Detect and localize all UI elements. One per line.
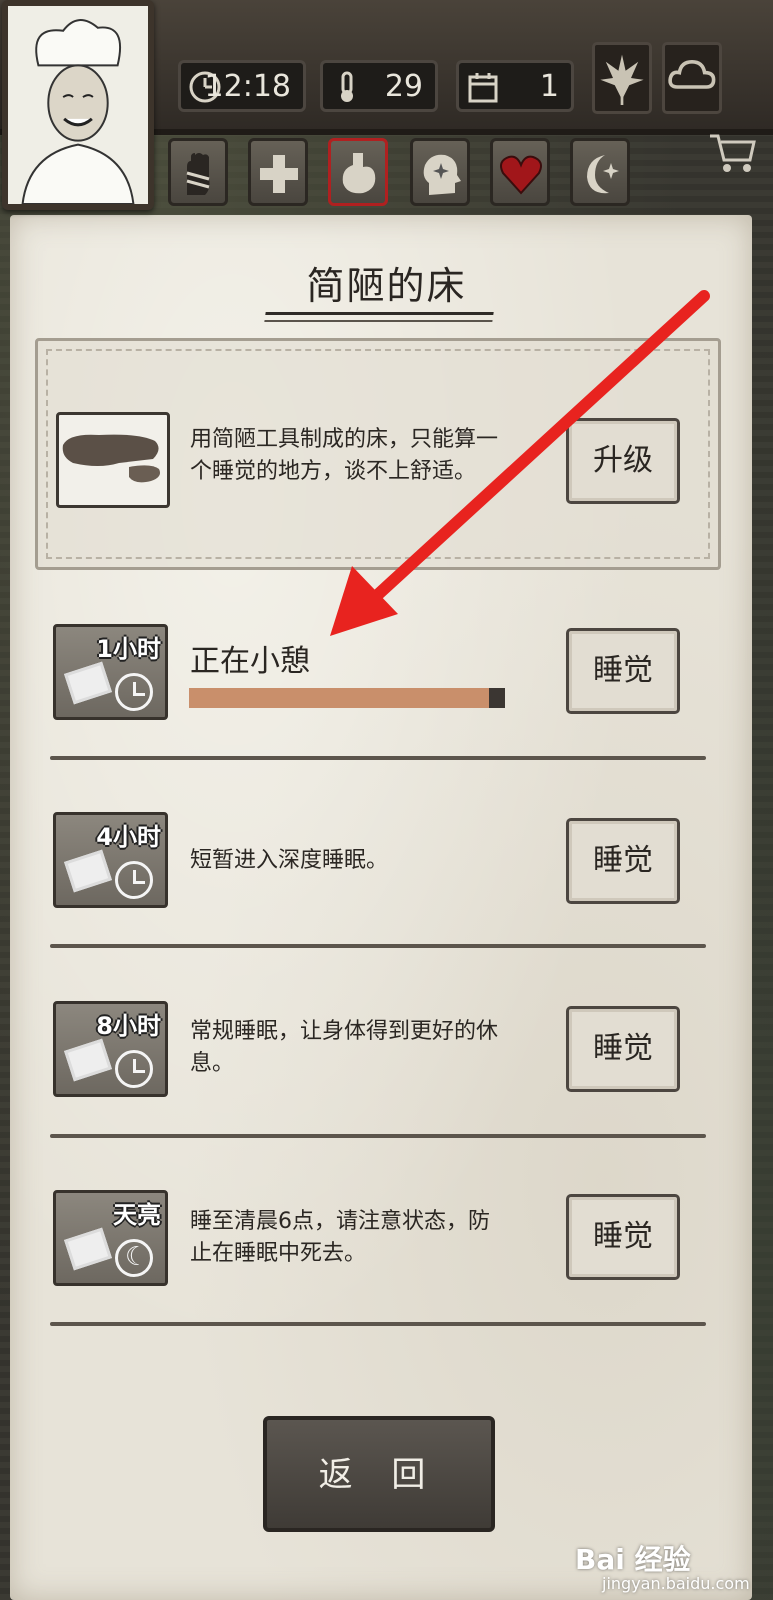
sleep-option-4h-icon: 4小时 <box>53 812 168 908</box>
nap-progress-bar <box>189 688 505 708</box>
sleep-button-1h[interactable]: 睡觉 <box>566 628 680 714</box>
description-line: 常规睡眠，让身体得到更好的休 <box>190 1019 499 1044</box>
sleep-option-1h-icon: 1小时 <box>53 624 168 720</box>
plus-icon <box>260 155 298 193</box>
sleep-option-dawn-icon: 天亮 <box>53 1190 168 1286</box>
page-title: 简陋的床 <box>306 264 467 308</box>
cloud-icon <box>668 59 716 89</box>
time-value: 12:18 <box>204 69 291 104</box>
upgrade-button[interactable]: 升级 <box>566 418 680 504</box>
bed-card-icon <box>64 1227 112 1271</box>
sleep-button-dawn[interactable]: 睡觉 <box>566 1194 680 1280</box>
sleep-option-dawn-description: 睡至清晨6点，请注意状态，防 止在睡眠中死去。 <box>190 1206 550 1270</box>
weather-button[interactable] <box>662 42 722 114</box>
clock-icon <box>115 861 153 899</box>
sleep-option-4h-description: 短暂进入深度睡眠。 <box>190 848 389 873</box>
sleep-button-8h[interactable]: 睡觉 <box>566 1006 680 1092</box>
head-sparkle-icon <box>423 154 461 195</box>
title-underline <box>264 312 494 322</box>
description-line: 睡至清晨6点，请注意状态，防 <box>190 1209 490 1234</box>
tab-mind[interactable] <box>410 138 470 206</box>
bed-description-line: 个睡觉的地方，谈不上舒适。 <box>190 459 477 484</box>
description-line: 息。 <box>190 1051 235 1076</box>
tab-health[interactable] <box>248 138 308 206</box>
tab-stomach[interactable] <box>328 138 388 206</box>
bed-card-icon <box>64 661 112 705</box>
watermark-url: jingyan.baidu.com <box>602 1574 750 1593</box>
thermometer-icon <box>341 71 353 102</box>
back-button[interactable]: 返 回 <box>263 1416 495 1532</box>
bed-card-icon <box>64 849 112 893</box>
sleep-option-8h-icon: 8小时 <box>53 1001 168 1097</box>
shopping-cart-icon[interactable] <box>708 130 758 174</box>
bed-description-line: 用简陋工具制成的床，只能算一 <box>190 427 499 452</box>
temperature-value: 29 <box>384 69 423 104</box>
straw-bed-icon <box>62 434 160 483</box>
moon-icon <box>115 1239 153 1277</box>
day-value: 1 <box>539 69 559 104</box>
divider <box>50 944 706 948</box>
leaf-icon <box>600 54 644 105</box>
nap-status-title: 正在小憩 <box>190 644 310 679</box>
avatar[interactable] <box>2 0 154 210</box>
duration-badge: 1小时 <box>96 635 161 663</box>
description-line: 止在睡眠中死去。 <box>190 1241 367 1266</box>
time-display: 12:18 <box>178 60 306 112</box>
heart-icon <box>500 155 542 195</box>
tab-sleep[interactable] <box>570 138 630 206</box>
tab-hand[interactable] <box>168 138 228 206</box>
clock-icon <box>115 1050 153 1088</box>
clock-icon <box>115 673 153 711</box>
duration-badge: 4小时 <box>96 823 161 851</box>
leaf-button[interactable] <box>592 42 652 114</box>
bandaged-hand-icon <box>186 153 210 195</box>
day-display: 1 <box>456 60 574 112</box>
divider <box>50 1134 706 1138</box>
watermark-brand: Bai 经验 <box>575 1543 691 1576</box>
sleep-button-4h[interactable]: 睡觉 <box>566 818 680 904</box>
nap-progress-fill <box>189 688 490 708</box>
temperature-display: 29 <box>320 60 438 112</box>
calendar-icon <box>468 73 498 103</box>
divider <box>50 1322 706 1326</box>
bed-card-icon <box>64 1038 112 1082</box>
bed-description: 用简陋工具制成的床，只能算一 个睡觉的地方，谈不上舒适。 <box>190 424 550 488</box>
chef-portrait-icon <box>8 6 148 204</box>
sleep-option-8h-description: 常规睡眠，让身体得到更好的休 息。 <box>190 1016 550 1080</box>
bed-image <box>56 412 170 508</box>
tab-heart[interactable] <box>490 138 550 206</box>
duration-badge: 8小时 <box>96 1012 161 1040</box>
stomach-icon <box>342 153 376 194</box>
duration-badge: 天亮 <box>113 1201 161 1229</box>
moon-star-icon <box>587 155 619 194</box>
divider <box>50 756 706 760</box>
